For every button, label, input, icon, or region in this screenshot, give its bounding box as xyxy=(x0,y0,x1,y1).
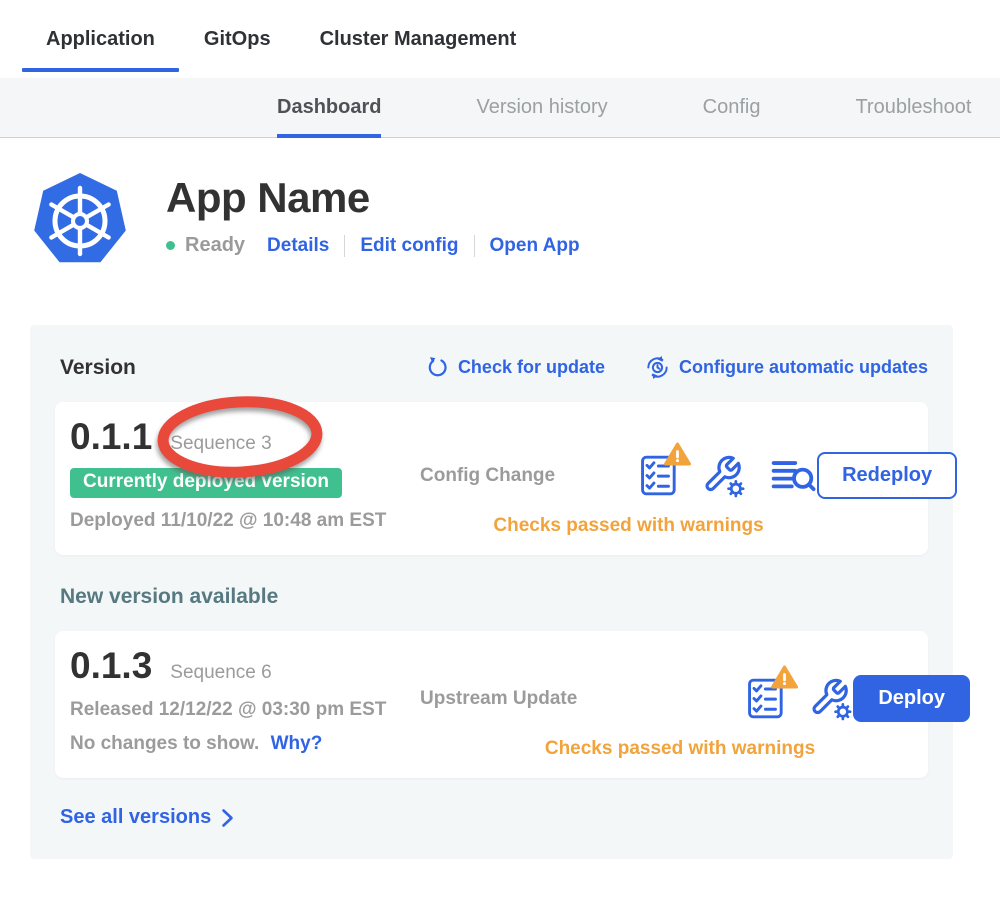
version-source-label: Upstream Update xyxy=(420,688,577,710)
configure-automatic-updates-link[interactable]: Configure automatic updates xyxy=(645,355,928,380)
divider xyxy=(474,235,475,257)
view-diff-icon[interactable] xyxy=(770,457,817,495)
tab-application[interactable]: Application xyxy=(46,0,155,78)
preflight-checks-status: Checks passed with warnings xyxy=(420,738,970,760)
edit-config-wrench-icon[interactable] xyxy=(809,677,853,721)
edit-config-link[interactable]: Edit config xyxy=(360,235,458,257)
available-version-number: 0.1.3 xyxy=(70,645,152,687)
details-link[interactable]: Details xyxy=(267,235,329,257)
top-nav: Application GitOps Cluster Management xyxy=(0,0,1000,78)
status-badge: Ready xyxy=(185,234,245,257)
deploy-button[interactable]: Deploy xyxy=(853,675,970,722)
tab-dashboard[interactable]: Dashboard xyxy=(277,78,381,137)
page-title: App Name xyxy=(166,174,580,222)
redeploy-button[interactable]: Redeploy xyxy=(817,452,957,499)
tab-gitops[interactable]: GitOps xyxy=(204,0,271,78)
tab-cluster-management[interactable]: Cluster Management xyxy=(320,0,517,78)
preflight-checks-icon[interactable] xyxy=(747,677,785,720)
released-timestamp: Released 12/12/22 @ 03:30 pm EST xyxy=(70,699,420,721)
current-version-number: 0.1.1 xyxy=(70,416,152,458)
auto-update-clock-icon xyxy=(645,355,670,380)
edit-config-wrench-icon[interactable] xyxy=(702,454,746,498)
current-version-sequence: Sequence 3 xyxy=(170,433,271,455)
app-sub-nav: Dashboard Version history Config Trouble… xyxy=(0,78,1000,138)
new-version-available-heading: New version available xyxy=(60,585,928,609)
refresh-icon xyxy=(426,356,449,379)
deployed-timestamp: Deployed 11/10/22 @ 10:48 am EST xyxy=(70,510,420,532)
preflight-checks-icon[interactable] xyxy=(640,454,678,497)
preflight-checks-status: Checks passed with warnings xyxy=(420,515,957,537)
check-for-update-link[interactable]: Check for update xyxy=(426,355,605,380)
current-version-card: 0.1.1 Sequence 3 Currently deployed vers… xyxy=(55,402,928,555)
no-changes-text: No changes to show. xyxy=(70,733,259,754)
chevron-right-icon xyxy=(221,808,234,828)
kubernetes-logo-icon xyxy=(32,170,128,279)
see-all-versions-link[interactable]: See all versions xyxy=(60,806,928,829)
warning-triangle-icon xyxy=(771,665,798,694)
currently-deployed-badge: Currently deployed version xyxy=(70,468,342,498)
warning-triangle-icon xyxy=(664,442,691,471)
version-source-label: Config Change xyxy=(420,465,555,487)
available-version-card: 0.1.3 Sequence 6 Released 12/12/22 @ 03:… xyxy=(55,631,928,778)
divider xyxy=(344,235,345,257)
open-app-link[interactable]: Open App xyxy=(490,235,580,257)
app-header: App Name Ready Details Edit config Open … xyxy=(0,138,1000,279)
version-section-title: Version xyxy=(60,356,136,380)
tab-config[interactable]: Config xyxy=(703,78,761,137)
tab-troubleshoot[interactable]: Troubleshoot xyxy=(855,78,971,137)
available-version-sequence: Sequence 6 xyxy=(170,662,271,684)
tab-version-history[interactable]: Version history xyxy=(476,78,607,137)
status-dot xyxy=(166,241,175,250)
why-link[interactable]: Why? xyxy=(271,733,323,754)
version-section: Version Check for update xyxy=(30,325,953,859)
